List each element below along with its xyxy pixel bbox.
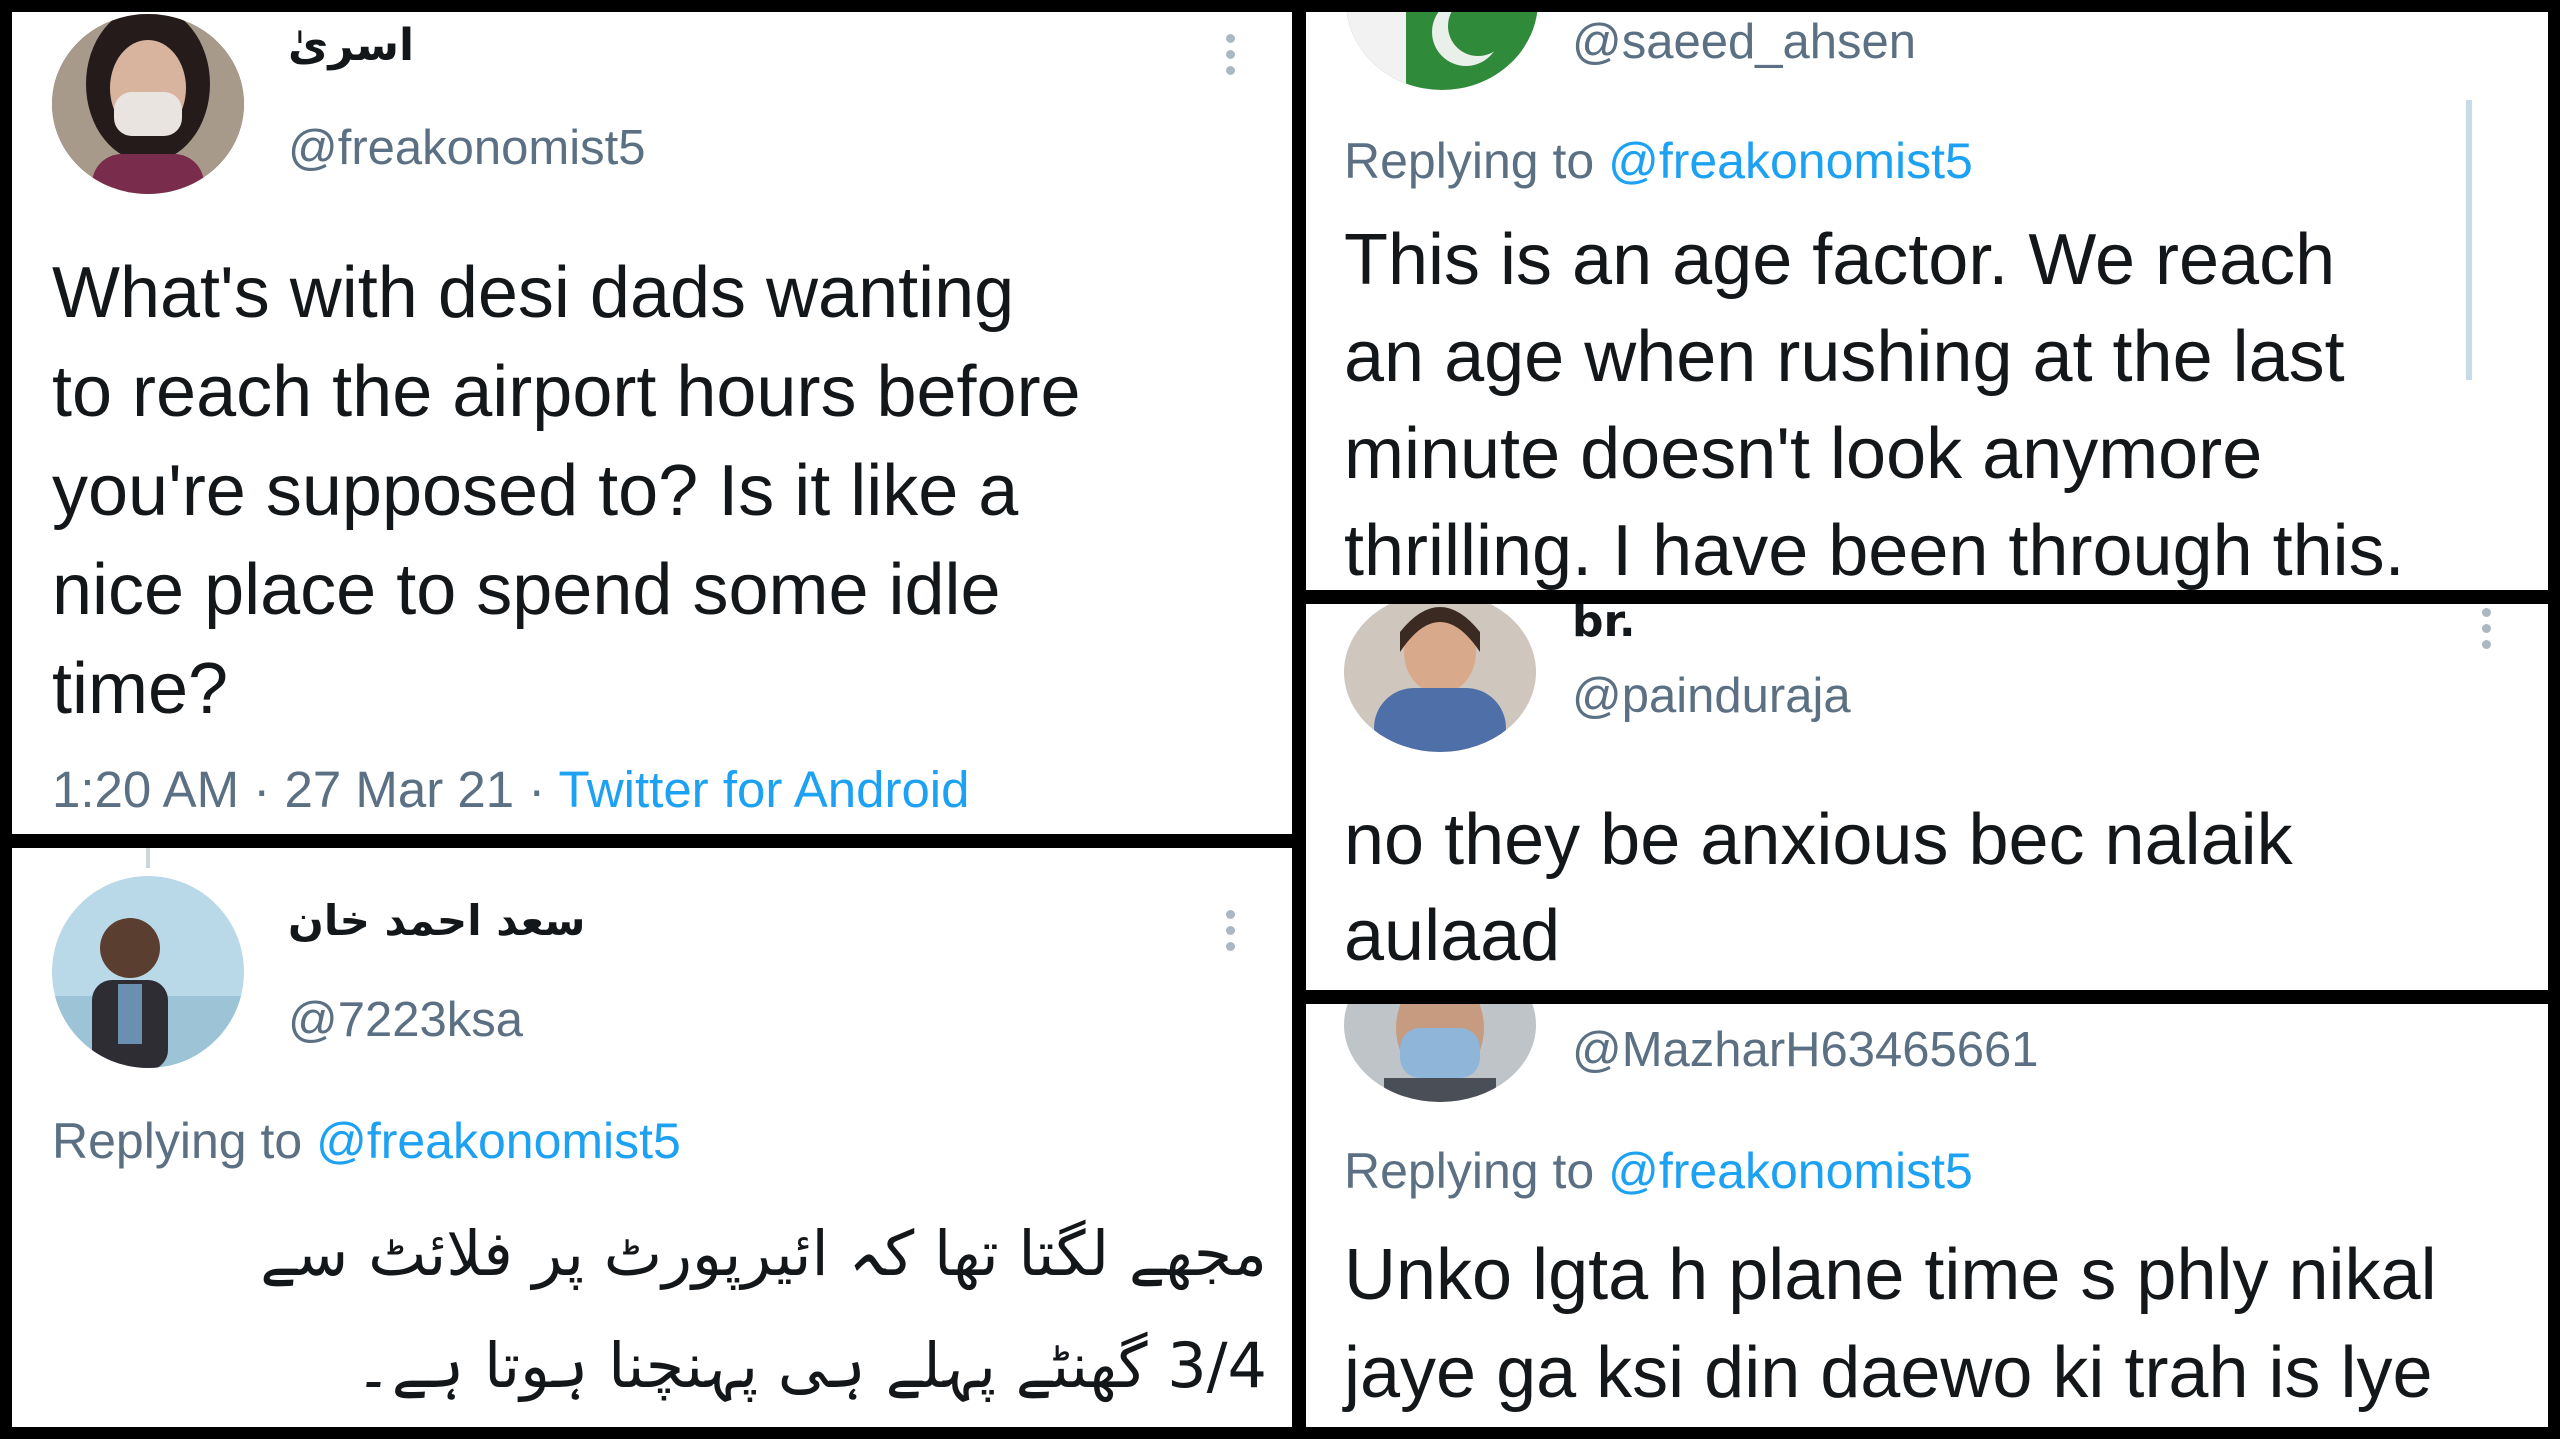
tweet-time[interactable]: 1:20 AM xyxy=(52,761,239,818)
tweet-text-line: no they be anxious bec nalaik xyxy=(1344,800,2293,880)
handle[interactable]: @MazharH63465661 xyxy=(1572,1022,2039,1078)
avatar-image xyxy=(52,876,244,1068)
tweet-text: مجھے لگتا تھا کہ ائیرپورٹ پر فلائٹ سے 3/… xyxy=(52,1198,1267,1422)
reply-mazhar-panel: @MazharH63465661 Replying to @freakonomi… xyxy=(1306,1004,2548,1427)
avatar-image xyxy=(1344,604,1536,752)
tweet-text-line: Unko lgta h plane time s phly nikal xyxy=(1344,1235,2437,1315)
avatar-7223ksa[interactable] xyxy=(52,876,244,1068)
tweet-text-line: aulaad xyxy=(1344,896,1561,976)
avatar-image xyxy=(1344,1004,1536,1102)
replying-prefix: Replying to xyxy=(52,1113,303,1169)
tweet-text-line: minute doesn't look anymore xyxy=(1344,414,2263,494)
reply-saeed-panel: @saeed_ahsen Replying to @freakonomist5 … xyxy=(1306,12,2548,590)
replying-to: Replying to @freakonomist5 xyxy=(52,1112,681,1170)
tweet-meta: 1:20 AM · 27 Mar 21 · Twitter for Androi… xyxy=(52,761,970,818)
tweet-text-line: مجھے لگتا تھا کہ ائیرپورٹ پر فلائٹ سے xyxy=(260,1217,1267,1290)
tweet-text-line: time? xyxy=(52,649,229,729)
tweet-text-line: an age when rushing at the last xyxy=(1344,317,2345,397)
replying-to: Replying to @freakonomist5 xyxy=(1344,1142,1973,1200)
avatar-saeed_ahsen[interactable] xyxy=(1346,12,1538,90)
more-options-icon[interactable] xyxy=(1226,910,1236,958)
tweet-text: no they be anxious bec nalaik aulaad xyxy=(1344,792,2524,984)
reply-urdu-panel: سعد احمد خان @7223ksa Replying to @freak… xyxy=(12,848,1292,1427)
tweet-source-link[interactable]: Twitter for Android xyxy=(558,761,969,818)
tweet-text-line: thrilling. I have been through this. xyxy=(1344,511,2405,590)
more-options-icon[interactable] xyxy=(1226,34,1236,82)
avatar-image xyxy=(1346,12,1538,90)
thread-line xyxy=(146,848,150,868)
tweet-text: Unko lgta h plane time s phly nikal jaye… xyxy=(1344,1226,2544,1422)
tweet-text-line: nice place to spend some idle xyxy=(52,550,1001,630)
tweet-text-line: you're supposed to? Is it like a xyxy=(52,451,1019,531)
avatar-mazhar[interactable] xyxy=(1344,1004,1536,1102)
handle[interactable]: @painduraja xyxy=(1572,668,1851,724)
reply-painduraja-panel: br. @painduraja no they be anxious bec n… xyxy=(1306,604,2548,990)
replying-prefix: Replying to xyxy=(1344,133,1595,189)
tweet-text-line: This is an age factor. We reach xyxy=(1344,220,2336,300)
handle[interactable]: @freakonomist5 xyxy=(288,120,646,176)
replying-to-link[interactable]: @freakonomist5 xyxy=(1608,133,1973,189)
replying-prefix: Replying to xyxy=(1344,1143,1595,1199)
avatar-painduraja[interactable] xyxy=(1344,604,1536,752)
handle[interactable]: @7223ksa xyxy=(288,992,523,1048)
handle[interactable]: @saeed_ahsen xyxy=(1572,14,1916,70)
tweet-text-line: What's with desi dads wanting xyxy=(52,253,1015,333)
tweet-text-line: 3/4 گھنٹے پہلے ہی پہنچنا ہوتا ہے۔ xyxy=(355,1329,1267,1402)
tweet-text: What's with desi dads wanting to reach t… xyxy=(52,244,1252,739)
more-options-icon[interactable] xyxy=(2482,608,2492,656)
tweet-date[interactable]: 27 Mar 21 xyxy=(284,761,514,818)
display-name[interactable]: اسریٰ xyxy=(288,20,414,71)
avatar-image xyxy=(52,14,244,194)
display-name[interactable]: br. xyxy=(1572,604,1636,647)
replying-to-link[interactable]: @freakonomist5 xyxy=(316,1113,681,1169)
replying-to-link[interactable]: @freakonomist5 xyxy=(1608,1143,1973,1199)
replying-to: Replying to @freakonomist5 xyxy=(1344,132,1973,190)
avatar-freakonomist5[interactable] xyxy=(52,14,244,194)
tweet-main-panel: اسریٰ @freakonomist5 What's with desi da… xyxy=(12,12,1292,834)
display-name[interactable]: سعد احمد خان xyxy=(288,896,586,945)
tweet-text-line: jaye ga ksi din daewo ki trah is lye xyxy=(1344,1333,2433,1413)
tweet-text-line: to reach the airport hours before xyxy=(52,352,1081,432)
tweet-text: This is an age factor. We reach an age w… xyxy=(1344,212,2544,590)
